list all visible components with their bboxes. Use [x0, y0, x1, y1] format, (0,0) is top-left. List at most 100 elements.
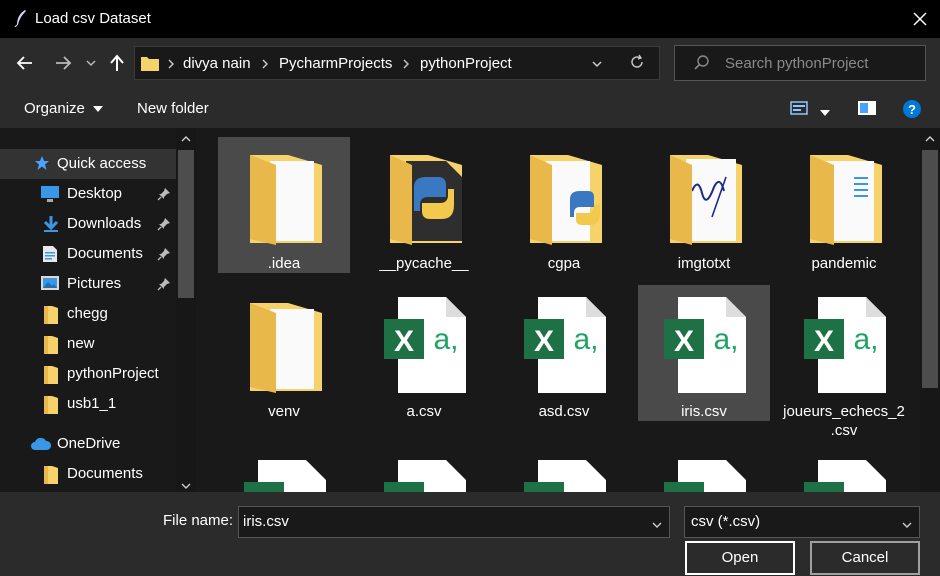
chevron-right-icon [402, 57, 410, 75]
file-grid: .idea __pycache__ cgpa imgtotxt pandemic… [200, 128, 920, 492]
file-name-value: iris.csv [243, 513, 289, 530]
svg-text:a,: a, [433, 323, 458, 356]
sidebar-item-quick-access[interactable]: Quick access [0, 149, 176, 179]
file-name: .idea [267, 255, 301, 272]
pin-icon [157, 217, 171, 236]
sidebar-item-onedrive[interactable]: OneDrive [0, 429, 176, 459]
folder-icon [42, 305, 60, 330]
chevron-down-icon [901, 517, 913, 535]
excel-csv-icon [244, 458, 328, 492]
sidebar-item-label: Downloads [67, 215, 142, 232]
back-button[interactable] [12, 50, 38, 76]
file-tile[interactable]: Xa, a.csv [358, 285, 490, 421]
svg-text:X: X [814, 325, 834, 358]
file-tile[interactable]: pandemic [778, 137, 910, 273]
sidebar-item-label: chegg [67, 305, 108, 322]
file-tile[interactable]: Xa, iris.csv [638, 285, 770, 421]
chevron-right-icon [261, 57, 269, 75]
file-tile[interactable]: .idea [218, 137, 350, 273]
file-name: __pycache__ [379, 255, 469, 272]
file-tile[interactable]: cgpa [498, 137, 630, 273]
cancel-button[interactable]: Cancel [810, 541, 920, 575]
new-folder-button[interactable]: New folder [137, 100, 209, 117]
file-tile[interactable] [218, 448, 350, 492]
arrow-up-icon [110, 54, 124, 71]
sidebar-item-pythonproject[interactable]: pythonProject [0, 359, 176, 389]
sidebar-item-chegg[interactable]: chegg [0, 299, 176, 329]
file-grid-scrollbar-thumb[interactable] [922, 150, 938, 388]
change-view-button[interactable] [790, 100, 808, 121]
file-name: joueurs_echecs_2 .csv [783, 403, 905, 439]
scroll-up-icon[interactable] [924, 131, 936, 149]
excel-csv-icon [384, 458, 468, 492]
svg-text:a,: a, [573, 323, 598, 356]
window-title: Load csv Dataset [35, 10, 151, 27]
sidebar-item-pictures[interactable]: Pictures [0, 269, 176, 299]
file-name: imgtotxt [677, 255, 731, 272]
search-icon [693, 54, 711, 77]
sidebar-item-label: OneDrive [57, 435, 121, 452]
pin-icon [157, 247, 171, 266]
chevron-down-icon [592, 61, 602, 68]
file-tile[interactable] [638, 448, 770, 492]
sidebar-item-label: new [67, 335, 95, 352]
chevron-down-icon[interactable] [651, 517, 663, 535]
svg-text:a,: a, [853, 323, 878, 356]
forward-button[interactable] [50, 50, 76, 76]
document-icon [42, 245, 58, 268]
folder-icon [42, 335, 60, 360]
scroll-up-icon[interactable] [180, 131, 192, 149]
sidebar-item-label: usb1_1 [67, 395, 117, 412]
python-folder-icon [524, 147, 608, 247]
view-options-button[interactable] [820, 104, 830, 122]
file-tile[interactable]: venv [218, 285, 350, 421]
preview-pane-button[interactable] [857, 100, 877, 121]
up-button[interactable] [104, 50, 130, 76]
crumb-pycharmprojects[interactable]: PycharmProjects [279, 55, 392, 72]
file-type-select[interactable]: csv (*.csv) [684, 506, 920, 538]
crumb-user[interactable]: divya nain [183, 55, 251, 72]
sidebar-item-label: Documents [67, 465, 143, 482]
file-tile[interactable] [358, 448, 490, 492]
file-name: iris.csv [681, 403, 727, 420]
help-button[interactable]: ? [902, 99, 922, 124]
organize-label: Organize [24, 100, 85, 117]
address-history-button[interactable] [591, 57, 603, 75]
file-tile[interactable] [778, 448, 910, 492]
file-name-input[interactable]: iris.csv [238, 506, 670, 538]
view-icon [790, 101, 808, 115]
open-button[interactable]: Open [685, 541, 795, 575]
file-tile[interactable]: imgtotxt [638, 137, 770, 273]
organize-button[interactable]: Organize [24, 100, 104, 117]
sidebar-item-usb1-1[interactable]: usb1_1 [0, 389, 176, 419]
crumb-pythonproject[interactable]: pythonProject [420, 55, 512, 72]
file-tile[interactable]: Xa, asd.csv [498, 285, 630, 421]
chevron-right-icon [167, 57, 175, 75]
sidebar-item-desktop[interactable]: Desktop [0, 179, 176, 209]
sidebar-scrollbar-thumb[interactable] [178, 150, 194, 298]
breadcrumb[interactable]: divya nain PycharmProjects pythonProject [134, 46, 660, 80]
sidebar-item-documents[interactable]: Documents [0, 239, 176, 269]
refresh-button[interactable] [629, 54, 645, 75]
search-input[interactable]: Search pythonProject [674, 45, 926, 81]
signature-folder-icon [664, 147, 748, 247]
file-tile[interactable] [498, 448, 630, 492]
sidebar-item-label: Pictures [67, 275, 122, 292]
folder-icon [244, 147, 328, 247]
excel-csv-icon: Xa, [384, 295, 468, 395]
recent-locations-button[interactable] [85, 56, 99, 70]
close-button[interactable] [900, 4, 940, 34]
sidebar-item-onedrive-documents[interactable]: Documents [0, 459, 176, 489]
file-tile[interactable]: __pycache__ [358, 137, 490, 273]
svg-text:X: X [534, 325, 554, 358]
caret-down-icon [93, 106, 104, 112]
star-icon [34, 155, 50, 176]
sidebar-item-label: Quick access [57, 155, 147, 172]
sidebar-item-new[interactable]: new [0, 329, 176, 359]
download-icon [42, 215, 60, 238]
folder-icon [244, 295, 328, 395]
folder-icon [42, 395, 60, 420]
file-tile[interactable]: Xa, joueurs_echecs_2 .csv [778, 285, 910, 439]
sidebar-item-label: pythonProject [67, 365, 159, 382]
sidebar-item-downloads[interactable]: Downloads [0, 209, 176, 239]
